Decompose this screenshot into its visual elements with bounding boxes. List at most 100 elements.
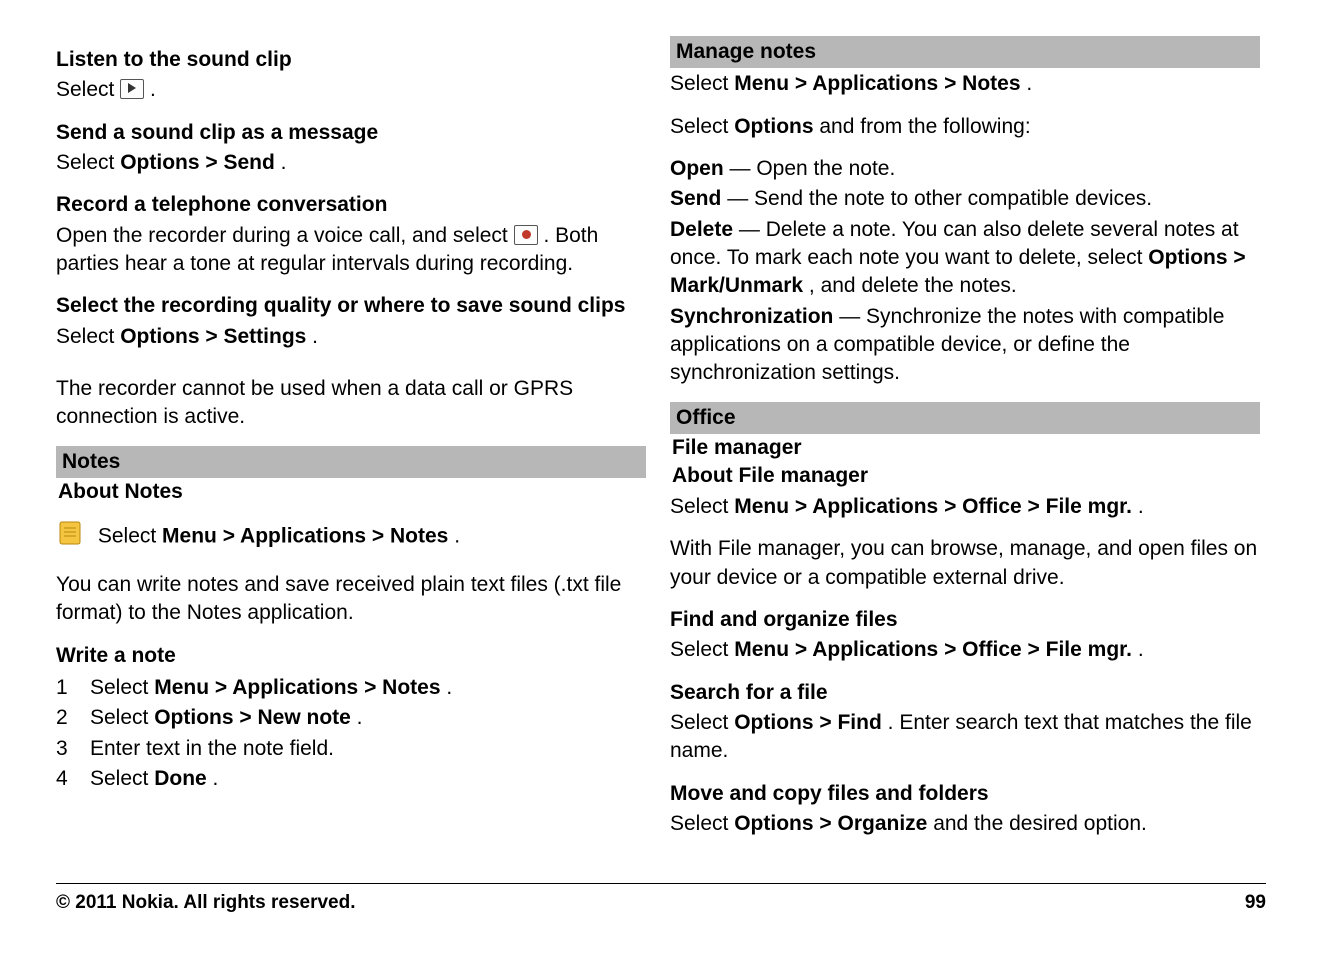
breadcrumb-sep: > (819, 711, 837, 734)
menu-path: Done (154, 767, 207, 790)
menu-path: Office (962, 638, 1022, 661)
breadcrumb-sep: > (205, 325, 223, 348)
menu-path: Settings (223, 325, 306, 348)
breadcrumb-sep: > (819, 812, 837, 835)
list-item: 2 Select Options > New note . (56, 704, 646, 732)
menu-path: Send (223, 151, 274, 174)
listen-instruction: Select . (56, 76, 646, 104)
copyright-text: © 2011 Nokia. All rights reserved. (56, 892, 356, 914)
menu-path: Options (154, 706, 233, 729)
menu-path: Options (734, 115, 813, 138)
heading-file-manager: File manager (670, 434, 1260, 462)
section-bar-notes: Notes (56, 446, 646, 478)
breadcrumb-sep: > (1028, 638, 1046, 661)
step-number: 2 (56, 704, 90, 732)
page-number: 99 (1245, 892, 1266, 914)
list-item: 4 Select Done . (56, 765, 646, 793)
list-item: 3 Enter text in the note field. (56, 735, 646, 763)
step-text: Select Menu > Applications > Notes . (90, 674, 452, 702)
menu-path: Options (734, 812, 813, 835)
text: Select (56, 151, 120, 174)
play-icon (120, 79, 144, 99)
text: . (213, 767, 219, 790)
heading-move-copy: Move and copy files and folders (670, 780, 1260, 808)
text: . (357, 706, 363, 729)
menu-path: Notes (382, 676, 440, 699)
notes-app-icon (56, 518, 86, 556)
heading-send-clip: Send a sound clip as a message (56, 119, 646, 147)
step-text: Select Done . (90, 765, 218, 793)
step-text: Enter text in the note field. (90, 735, 334, 763)
menu-path: Menu (734, 638, 789, 661)
right-column: Manage notes Select Menu > Applications … (670, 36, 1260, 852)
option-delete: Delete — Delete a note. You can also del… (670, 216, 1260, 301)
menu-path: Options (1148, 246, 1227, 269)
text: Select (56, 325, 120, 348)
heading-search-file: Search for a file (670, 679, 1260, 707)
step-number: 1 (56, 674, 90, 702)
option-desc: — Send the note to other compatible devi… (727, 187, 1152, 210)
step-number: 4 (56, 765, 90, 793)
text: . (446, 676, 452, 699)
text: Select (98, 525, 162, 548)
text: . (1138, 495, 1144, 518)
menu-path: Office (962, 495, 1022, 518)
breadcrumb-sep: > (1028, 495, 1046, 518)
text: and the desired option. (933, 812, 1147, 835)
heading-find-organize: Find and organize files (670, 606, 1260, 634)
text: and from the following: (819, 115, 1030, 138)
breadcrumb-sep: > (944, 638, 962, 661)
breadcrumb-sep: > (215, 676, 232, 699)
text: . (1138, 638, 1144, 661)
manage-notes-path: Select Menu > Applications > Notes . (670, 70, 1260, 98)
text: Select (670, 638, 734, 661)
menu-path: Applications (232, 676, 358, 699)
section-bar-manage-notes: Manage notes (670, 36, 1260, 68)
text: Select (90, 706, 154, 729)
page-footer: © 2011 Nokia. All rights reserved. 99 (56, 883, 1266, 914)
menu-path: Menu (734, 495, 789, 518)
option-name: Open (670, 157, 724, 180)
breadcrumb-sep: > (795, 638, 812, 661)
heading-about-file-manager: About File manager (670, 462, 1260, 490)
send-clip-instruction: Select Options > Send . (56, 149, 646, 177)
option-send: Send — Send the note to other compatible… (670, 185, 1260, 213)
menu-path: Find (837, 711, 881, 734)
step-text: Select Options > New note . (90, 704, 363, 732)
menu-path: Applications (812, 72, 938, 95)
breadcrumb-sep: > (223, 525, 240, 548)
text: Open the recorder during a voice call, a… (56, 224, 514, 247)
heading-quality: Select the recording quality or where to… (56, 292, 646, 320)
left-column: Listen to the sound clip Select . Send a… (56, 36, 646, 852)
menu-path: New note (257, 706, 350, 729)
step-number: 3 (56, 735, 90, 763)
menu-path: Menu (734, 72, 789, 95)
option-desc: , and delete the notes. (809, 274, 1017, 297)
menu-path: File mgr. (1046, 638, 1132, 661)
text: . (150, 78, 156, 101)
manual-page: Listen to the sound clip Select . Send a… (0, 0, 1322, 954)
file-manager-path: Select Menu > Applications > Office > Fi… (670, 493, 1260, 521)
menu-path: Mark/Unmark (670, 274, 803, 297)
heading-listen: Listen to the sound clip (56, 46, 646, 74)
breadcrumb-sep: > (372, 525, 390, 548)
text: . (312, 325, 318, 348)
text: Select (90, 767, 154, 790)
list-item: 1 Select Menu > Applications > Notes . (56, 674, 646, 702)
heading-record: Record a telephone conversation (56, 191, 646, 219)
option-name: Delete (670, 218, 733, 241)
menu-path: Applications (812, 495, 938, 518)
heading-about-notes: About Notes (56, 478, 646, 506)
text: Select (56, 78, 120, 101)
move-copy-instruction: Select Options > Organize and the desire… (670, 810, 1260, 838)
text: Select (670, 495, 734, 518)
menu-path: Menu (162, 525, 217, 548)
find-organize-path: Select Menu > Applications > Office > Fi… (670, 636, 1260, 664)
menu-path: Options (120, 151, 199, 174)
text: Select (90, 676, 154, 699)
menu-path: File mgr. (1046, 495, 1132, 518)
text: Select (670, 711, 734, 734)
write-note-steps: 1 Select Menu > Applications > Notes . 2 (56, 674, 646, 793)
record-instruction: Open the recorder during a voice call, a… (56, 222, 646, 279)
breadcrumb-sep: > (1233, 246, 1245, 269)
